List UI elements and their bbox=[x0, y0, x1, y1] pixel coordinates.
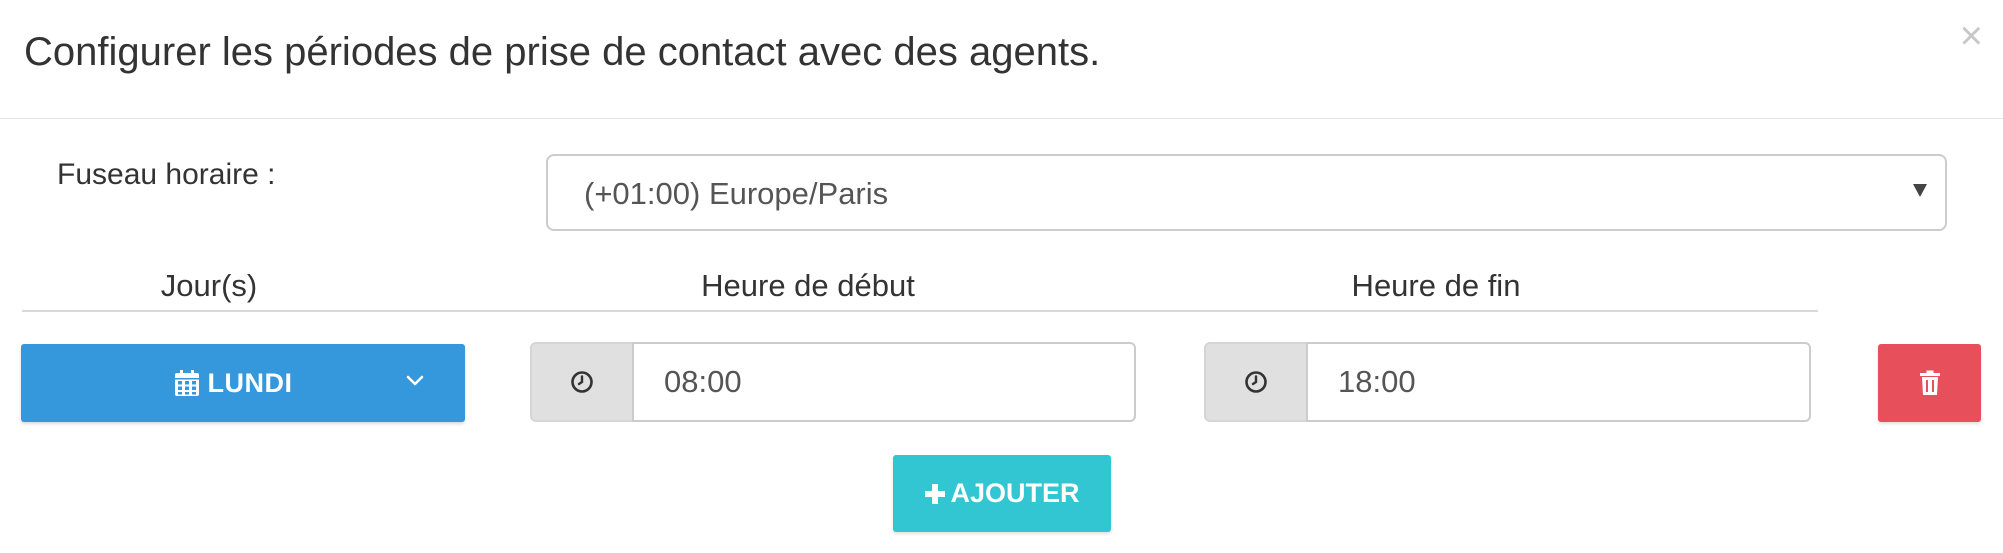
contact-periods-modal: Configurer les périodes de prise de cont… bbox=[0, 0, 2003, 553]
clock-icon bbox=[571, 371, 593, 393]
add-period-button[interactable]: AJOUTER bbox=[893, 455, 1111, 532]
caret-down-icon bbox=[1913, 184, 1927, 197]
close-icon[interactable]: × bbox=[1960, 16, 1983, 56]
end-time-input[interactable] bbox=[1306, 342, 1811, 422]
header-divider bbox=[22, 310, 1818, 312]
add-period-label: AJOUTER bbox=[950, 478, 1080, 508]
start-time-group bbox=[530, 342, 1136, 422]
modal-title: Configurer les périodes de prise de cont… bbox=[24, 30, 1101, 74]
timezone-label: Fuseau horaire : bbox=[57, 158, 276, 191]
modal-header: Configurer les périodes de prise de cont… bbox=[0, 0, 2003, 119]
day-select-label: LUNDI bbox=[207, 367, 293, 398]
column-header-start-time: Heure de début bbox=[701, 268, 915, 303]
column-header-end-time: Heure de fin bbox=[1351, 268, 1521, 303]
calendar-icon bbox=[174, 370, 199, 396]
timezone-selected-value: (+01:00) Europe/Paris bbox=[584, 176, 889, 211]
plus-icon bbox=[925, 483, 946, 504]
trash-icon bbox=[1919, 370, 1940, 395]
end-time-clock-addon[interactable] bbox=[1204, 342, 1308, 422]
delete-period-button[interactable] bbox=[1878, 344, 1981, 422]
end-time-group bbox=[1204, 342, 1811, 422]
clock-icon bbox=[1245, 371, 1267, 393]
start-time-clock-addon[interactable] bbox=[530, 342, 634, 422]
timezone-select[interactable]: (+01:00) Europe/Paris bbox=[546, 154, 1947, 231]
day-select-button[interactable]: LUNDI bbox=[21, 344, 465, 422]
column-header-days: Jour(s) bbox=[160, 268, 258, 303]
chevron-down-icon bbox=[406, 375, 424, 386]
start-time-input[interactable] bbox=[632, 342, 1136, 422]
